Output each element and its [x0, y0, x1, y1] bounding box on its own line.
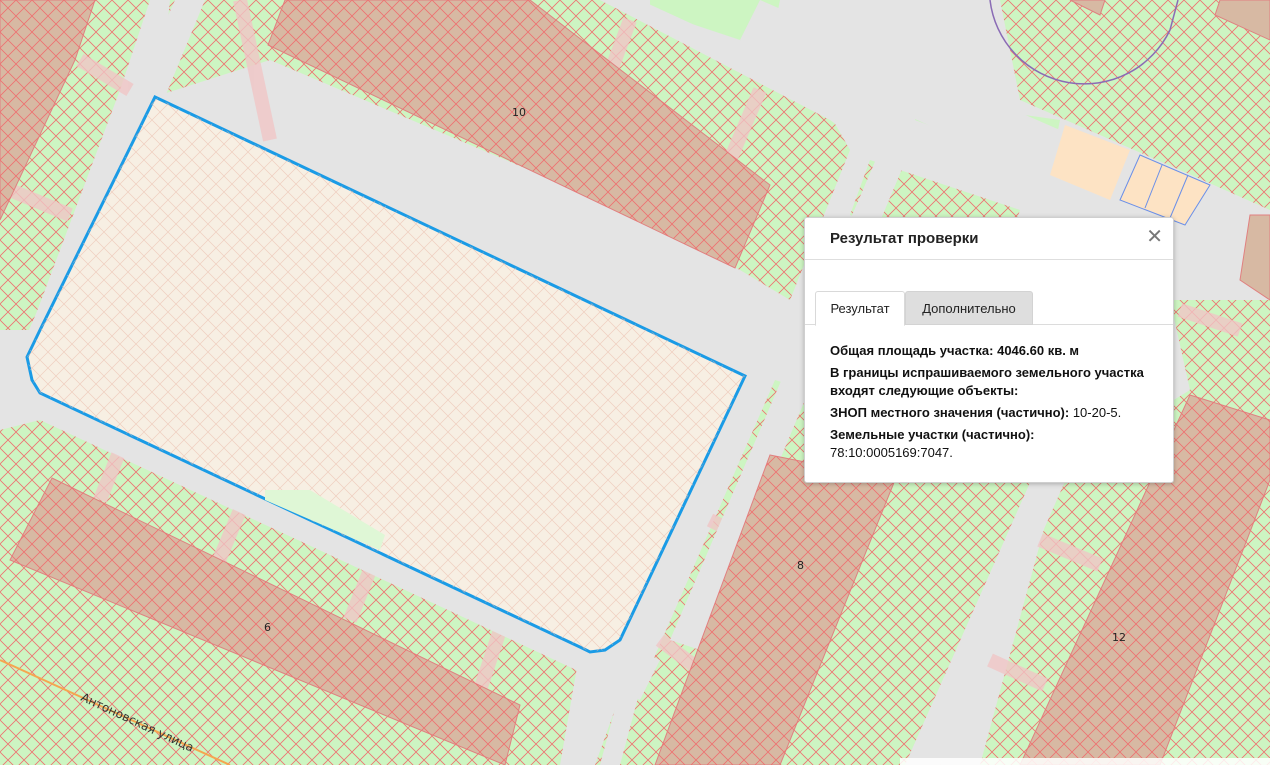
znop-value: 10-20-5.	[1072, 405, 1122, 420]
close-icon[interactable]: ✕	[1146, 226, 1163, 248]
popup-body: Общая площадь участка: 4046.60 кв. м В г…	[830, 342, 1160, 466]
tab-result[interactable]: Результат	[815, 291, 905, 326]
area-value: 4046.60 кв. м	[997, 343, 1080, 358]
intersect-heading: В границы испрашиваемого земельного учас…	[830, 365, 1144, 398]
parcels-label: Земельные участки (частично):	[830, 427, 1035, 442]
area-line: Общая площадь участка: 4046.60 кв. м	[830, 342, 1160, 360]
popup-tabs: Результат Дополнительно	[805, 291, 1173, 326]
popup-header: Результат проверки ✕	[805, 218, 1173, 260]
scale-bar	[900, 758, 1270, 765]
building-label: 6	[264, 621, 271, 634]
tab-additional[interactable]: Дополнительно	[905, 291, 1033, 325]
building-label: 10	[512, 106, 526, 119]
parcels-value: 78:10:0005169:7047.	[830, 445, 953, 460]
znop-label: ЗНОП местного значения (частично):	[830, 405, 1070, 420]
building-label: 12	[1112, 631, 1126, 644]
parcels-line: Земельные участки (частично): 78:10:00051…	[830, 426, 1160, 462]
area-label: Общая площадь участка:	[830, 343, 994, 358]
check-result-popup: Результат проверки ✕ Результат Дополните…	[804, 217, 1174, 483]
popup-title: Результат проверки	[830, 230, 979, 247]
znop-line: ЗНОП местного значения (частично): 10-20…	[830, 404, 1160, 422]
building-label: 8	[797, 559, 804, 572]
